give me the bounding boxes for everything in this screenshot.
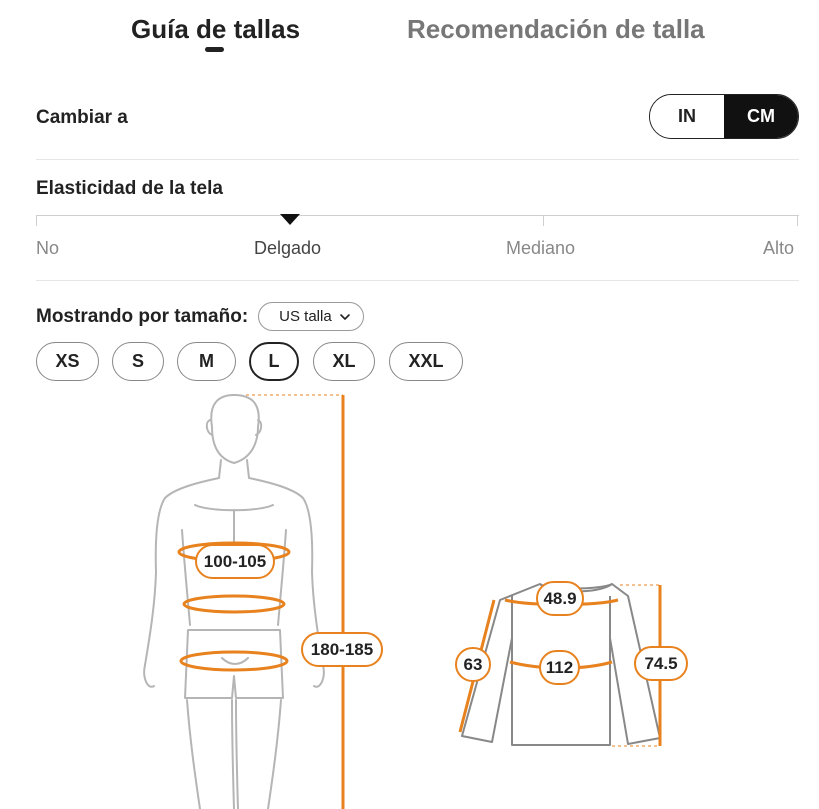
tab-size-guide[interactable]: Guía de tallas <box>131 14 300 45</box>
stretch-tick <box>36 215 37 226</box>
bust-measurement-badge: 112 <box>539 650 580 685</box>
divider <box>36 159 799 160</box>
stretch-tick <box>543 215 544 226</box>
height-measurement-badge: 180-185 <box>301 632 383 667</box>
size-chip-xl[interactable]: XL <box>313 342 375 381</box>
stretch-level-high: Alto <box>763 238 795 258</box>
stretch-level-medium: Mediano <box>506 238 576 258</box>
shoulder-measurement-badge: 48.9 <box>536 581 584 616</box>
stretch-tick <box>797 215 798 226</box>
active-tab-indicator <box>205 47 224 52</box>
unit-option-in[interactable]: IN <box>650 95 724 138</box>
fabric-stretch-track <box>36 215 799 216</box>
fabric-stretch-title: Elasticidad de la tela <box>36 178 223 199</box>
chest-measurement-badge: 100-105 <box>195 544 275 579</box>
stretch-level-thin: Delgado <box>254 238 322 258</box>
body-measure-lines-icon <box>177 394 345 809</box>
size-chip-xs[interactable]: XS <box>36 342 99 381</box>
unit-option-cm[interactable]: CM <box>724 95 798 138</box>
stretch-marker-icon <box>280 214 300 225</box>
unit-switch-row: Cambiar a IN CM <box>36 94 799 140</box>
unit-switch-label: Cambiar a <box>36 107 128 128</box>
unit-toggle: IN CM <box>649 94 799 139</box>
divider <box>36 280 799 281</box>
length-measurement-badge: 74.5 <box>634 646 688 681</box>
size-chip-l[interactable]: L <box>249 342 299 381</box>
size-system-row: Mostrando por tamaño: US talla <box>36 302 364 331</box>
sleeve-measurement-badge: 63 <box>455 647 491 682</box>
chevron-down-icon <box>339 313 350 320</box>
tab-size-recommendation[interactable]: Recomendación de talla <box>407 14 705 45</box>
measurement-illustration: 100-105 180-185 48.9 63 112 74.5 <box>0 380 819 809</box>
body-figure-icon <box>143 394 325 809</box>
tab-bar: Guía de tallas Recomendación de talla <box>0 0 819 70</box>
size-system-label: Mostrando por tamaño: <box>36 305 249 327</box>
size-chip-s[interactable]: S <box>112 342 164 381</box>
size-system-value: US talla <box>279 308 332 325</box>
body-and-garment-drawing <box>143 394 662 809</box>
size-chip-xxl[interactable]: XXL <box>389 342 463 381</box>
size-system-dropdown[interactable]: US talla <box>258 302 364 331</box>
size-chip-m[interactable]: M <box>177 342 236 381</box>
stretch-level-no: No <box>36 238 60 258</box>
